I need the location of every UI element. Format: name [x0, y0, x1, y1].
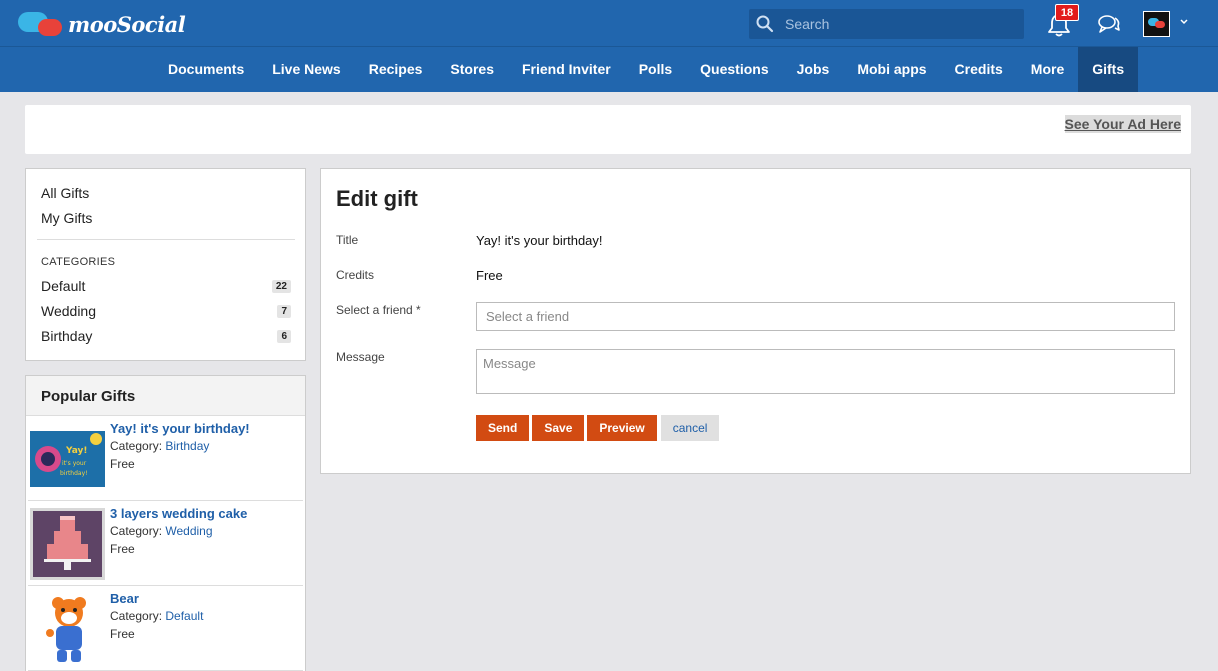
message-label: Message: [336, 350, 385, 364]
user-avatar[interactable]: [1143, 11, 1170, 37]
popular-gifts: Popular Gifts Yay! it's your birthday! Y…: [25, 375, 306, 671]
page-title: Edit gift: [336, 186, 418, 211]
nav-item-jobs[interactable]: Jobs: [783, 47, 844, 92]
title-value: Yay! it's your birthday!: [476, 233, 603, 248]
category-label: Wedding: [41, 303, 97, 319]
form-actions: Send Save Preview cancel: [476, 415, 720, 441]
gift-title-link[interactable]: Bear: [110, 591, 139, 606]
gift-category-link[interactable]: Default: [165, 609, 203, 623]
nav-item-live-news[interactable]: Live News: [258, 47, 354, 92]
logo-text: mooSocial: [68, 11, 186, 37]
svg-text:birthday!: birthday!: [60, 470, 88, 477]
credits-value: Free: [476, 268, 503, 283]
gift-title-link[interactable]: 3 layers wedding cake: [110, 506, 247, 521]
send-button[interactable]: Send: [476, 415, 530, 441]
gift-price: Free: [110, 457, 135, 471]
gift-price: Free: [110, 627, 135, 641]
birthday-gift-thumbnail[interactable]: Yay! it's your birthday!: [30, 423, 105, 495]
gift-category-link[interactable]: Birthday: [165, 439, 209, 453]
nav-item-documents[interactable]: Documents: [154, 47, 258, 92]
top-bar: mooSocial 18: [0, 0, 1218, 46]
category-label: Default: [41, 278, 86, 294]
category-item[interactable]: Birthday 6: [41, 326, 291, 346]
friend-label: Select a friend *: [336, 303, 421, 317]
gift-category: Category: Birthday: [110, 439, 210, 453]
nav-item-stores[interactable]: Stores: [436, 47, 508, 92]
friend-select-input[interactable]: [476, 302, 1175, 331]
nav-item-friend-inviter[interactable]: Friend Inviter: [508, 47, 625, 92]
ad-banner: See Your Ad Here: [25, 105, 1191, 154]
nav-item-gifts[interactable]: Gifts: [1078, 47, 1139, 92]
gift-list-item: Yay! it's your birthday! Yay! it's your …: [28, 417, 303, 501]
nav-item-polls[interactable]: Polls: [625, 47, 686, 92]
title-label: Title: [336, 233, 359, 247]
category-count-badge: 22: [271, 279, 291, 293]
cancel-button[interactable]: cancel: [660, 415, 720, 441]
nav-item-credits[interactable]: Credits: [941, 47, 1017, 92]
chevron-down-icon[interactable]: [1179, 17, 1189, 27]
bear-thumbnail[interactable]: [30, 593, 105, 665]
gift-category: Category: Default: [110, 609, 204, 623]
see-your-ad-link[interactable]: See Your Ad Here: [1064, 115, 1181, 133]
main-nav: Documents Live News Recipes Stores Frien…: [0, 46, 1218, 92]
save-button[interactable]: Save: [532, 415, 585, 441]
category-count-badge: 6: [277, 329, 291, 343]
gift-category-link[interactable]: Wedding: [165, 524, 212, 538]
my-gifts-link[interactable]: My Gifts: [41, 210, 92, 226]
message-textarea[interactable]: [476, 349, 1175, 394]
all-gifts-link[interactable]: All Gifts: [41, 185, 89, 201]
categories-heading: CATEGORIES: [41, 256, 116, 268]
logo-bubbles-icon: [18, 10, 64, 38]
gift-price: Free: [110, 542, 135, 556]
search-input[interactable]: [785, 9, 1015, 39]
divider: [37, 239, 295, 240]
nav-item-recipes[interactable]: Recipes: [355, 47, 437, 92]
chat-icon[interactable]: [1097, 13, 1121, 35]
gift-menu: All Gifts My Gifts CATEGORIES Default 22…: [25, 168, 306, 361]
nav-item-more[interactable]: More: [1017, 47, 1078, 92]
preview-button[interactable]: Preview: [587, 415, 657, 441]
svg-text:it's your: it's your: [62, 460, 87, 467]
nav-item-mobi-apps[interactable]: Mobi apps: [843, 47, 940, 92]
wedding-cake-thumbnail[interactable]: [30, 508, 105, 580]
credits-label: Credits: [336, 268, 375, 282]
category-item[interactable]: Default 22: [41, 276, 291, 296]
search-box: [749, 9, 1024, 39]
gift-list-item: Bear Category: Default Free: [28, 587, 303, 671]
notification-badge: 18: [1055, 4, 1079, 21]
gift-list-item: 3 layers wedding cake Category: Wedding …: [28, 502, 303, 586]
gift-category: Category: Wedding: [110, 524, 213, 538]
search-icon[interactable]: [755, 14, 775, 34]
logo[interactable]: mooSocial: [18, 10, 186, 38]
svg-text:Yay!: Yay!: [65, 446, 87, 456]
category-count-badge: 7: [277, 304, 291, 318]
category-item[interactable]: Wedding 7: [41, 301, 291, 321]
nav-item-questions[interactable]: Questions: [686, 47, 782, 92]
gift-title-link[interactable]: Yay! it's your birthday!: [110, 421, 250, 436]
popular-gifts-heading: Popular Gifts: [26, 376, 305, 416]
category-label: Birthday: [41, 328, 93, 344]
edit-gift-panel: Edit gift Title Yay! it's your birthday!…: [320, 168, 1191, 474]
